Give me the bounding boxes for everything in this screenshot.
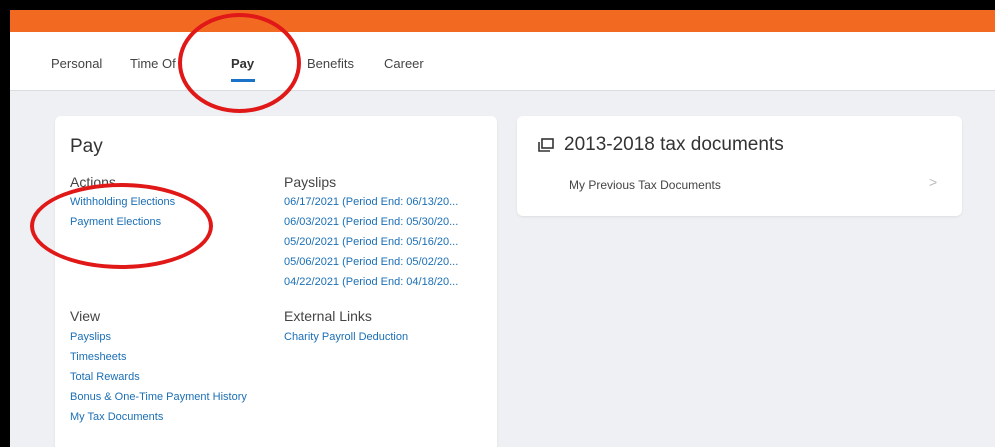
payment-elections-link[interactable]: Payment Elections	[70, 215, 161, 229]
withholding-elections-link[interactable]: Withholding Elections	[70, 195, 175, 209]
payslip-link[interactable]: 05/20/2021 (Period End: 05/16/20...	[284, 235, 458, 249]
previous-tax-documents-item[interactable]: My Previous Tax Documents	[569, 178, 721, 192]
view-title: View	[70, 308, 101, 324]
tab-pay[interactable]: Pay	[231, 56, 254, 71]
payslip-link[interactable]: 05/06/2021 (Period End: 05/02/20...	[284, 255, 458, 269]
charity-payroll-deduction-link[interactable]: Charity Payroll Deduction	[284, 330, 408, 344]
view-payslips-link[interactable]: Payslips	[70, 330, 111, 344]
view-total-rewards-link[interactable]: Total Rewards	[70, 370, 140, 384]
tab-career[interactable]: Career	[384, 56, 424, 71]
payslip-link[interactable]: 06/03/2021 (Period End: 05/30/20...	[284, 215, 458, 229]
documents-icon	[538, 138, 554, 152]
active-tab-indicator	[231, 79, 255, 82]
view-tax-documents-link[interactable]: My Tax Documents	[70, 410, 163, 424]
payslips-title: Payslips	[284, 174, 337, 190]
tab-time-off[interactable]: Time Of	[130, 56, 176, 71]
external-links-title: External Links	[284, 308, 372, 324]
tax-documents-title: 2013-2018 tax documents	[564, 134, 784, 155]
view-timesheets-link[interactable]: Timesheets	[70, 350, 126, 364]
tab-benefits[interactable]: Benefits	[307, 56, 354, 71]
tab-personal[interactable]: Personal	[51, 56, 102, 71]
actions-title: Actions	[70, 174, 116, 190]
app-frame: Personal Time Of Pay Benefits Career Pay…	[10, 10, 995, 447]
tab-bar: Personal Time Of Pay Benefits Career	[10, 32, 995, 91]
tax-documents-card: 2013-2018 tax documents My Previous Tax …	[517, 116, 962, 216]
view-bonus-history-link[interactable]: Bonus & One-Time Payment History	[70, 390, 247, 404]
top-accent-bar	[10, 10, 995, 32]
pay-card: Pay Actions Withholding Elections Paymen…	[55, 116, 497, 447]
payslip-link[interactable]: 04/22/2021 (Period End: 04/18/20...	[284, 275, 458, 289]
chevron-right-icon[interactable]: >	[929, 174, 937, 190]
payslip-link[interactable]: 06/17/2021 (Period End: 06/13/20...	[284, 195, 458, 209]
pay-card-title: Pay	[70, 136, 103, 157]
